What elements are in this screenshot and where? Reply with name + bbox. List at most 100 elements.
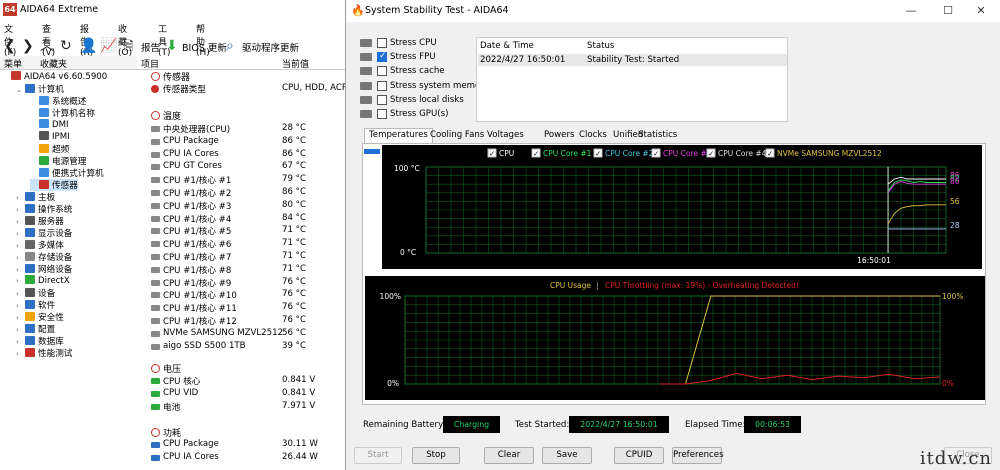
expand-icon[interactable]: › (16, 206, 25, 214)
sidebar-item[interactable]: AIDA64 v6.60.5900 (2, 71, 107, 83)
back-icon[interactable]: ❮ (4, 38, 16, 54)
list-item[interactable]: aigo SSD S500 1TB 39 °C (137, 341, 345, 354)
sidebar-item[interactable]: ⌄ 计算机 (16, 83, 64, 95)
tab-statistics[interactable]: Statistics (638, 130, 677, 140)
list-item[interactable]: CPU #1/核心 #6 71 °C (137, 238, 345, 251)
stress-checkbox[interactable] (377, 66, 387, 77)
sidebar-item[interactable]: DMI (30, 119, 69, 131)
list-item[interactable]: CPU IA Cores 86 °C (137, 149, 345, 162)
chart-icon[interactable]: 📈 (100, 38, 117, 54)
sidebar-item[interactable]: › 软件 (16, 299, 55, 311)
list-item[interactable]: CPU Package 30.11 W (137, 439, 345, 452)
tab-temperatures[interactable]: Temperatures (364, 128, 433, 143)
up-icon[interactable]: ︿ (40, 38, 54, 54)
list-item[interactable]: CPU #1/核心 #5 71 °C (137, 225, 345, 238)
sidebar-item[interactable]: › 多媒体 (16, 239, 64, 251)
list-item[interactable]: CPU #1/核心 #11 76 °C (137, 302, 345, 315)
list-item[interactable]: 传感器类型 CPU, HDD, ACPI, (137, 83, 352, 96)
sidebar-item[interactable]: 传感器 (30, 179, 78, 191)
graph-scroll-thumb[interactable] (364, 149, 380, 154)
expand-icon[interactable]: › (16, 242, 25, 250)
bios-update-button[interactable]: BIOS 更新 (182, 40, 227, 54)
forward-icon[interactable]: ❯ (22, 38, 34, 54)
sidebar-item[interactable]: 便携式计算机 (30, 167, 104, 179)
sidebar-item[interactable]: › 设备 (16, 287, 55, 299)
list-item[interactable]: CPU VID 0.841 V (137, 388, 345, 401)
list-item[interactable]: CPU #1/核心 #7 71 °C (137, 251, 345, 264)
download-icon[interactable]: ⬇ (166, 38, 178, 54)
sidebar-item[interactable]: 电源管理 (30, 155, 86, 167)
stress-checkbox[interactable] (377, 38, 387, 48)
tab-voltages[interactable]: Voltages (487, 130, 524, 140)
user-icon[interactable]: 👤 (80, 38, 97, 54)
expand-icon[interactable]: › (16, 266, 25, 274)
expand-icon[interactable]: ⌄ (16, 86, 25, 94)
sidebar-item[interactable]: 计算机名称 (30, 107, 95, 119)
list-item[interactable]: CPU #1/核心 #4 84 °C (137, 213, 345, 226)
sidebar-item[interactable]: 超频 (30, 143, 69, 155)
save-button[interactable]: Save (542, 447, 592, 464)
list-item[interactable]: CPU Package 86 °C (137, 136, 345, 149)
report-button[interactable]: 报告 (141, 40, 160, 54)
tab-powers[interactable]: Powers (544, 130, 574, 140)
driver-update-button[interactable]: 驱动程序更新 (242, 40, 299, 54)
clear-button[interactable]: Clear (484, 447, 534, 464)
list-item[interactable]: CPU #1/核心 #1 79 °C (137, 174, 345, 187)
list-item[interactable]: CPU #1/核心 #9 76 °C (137, 277, 345, 290)
search-icon[interactable]: ⌕ (226, 38, 234, 54)
expand-icon[interactable]: › (16, 326, 25, 334)
sidebar-item[interactable]: › 主板 (16, 191, 55, 203)
sidebar-item[interactable]: › DirectX (16, 275, 70, 287)
close-icon[interactable]: ✕ (966, 3, 996, 19)
expand-icon[interactable]: › (16, 302, 25, 310)
tab-menu[interactable]: 菜单 (4, 57, 22, 70)
list-item[interactable]: CPU #1/核心 #8 71 °C (137, 264, 345, 277)
sidebar-item[interactable]: › 性能测试 (16, 347, 72, 359)
stress-checkbox[interactable] (377, 80, 387, 91)
column-item[interactable]: 项目 (141, 57, 159, 70)
start-button[interactable]: Start (354, 447, 402, 464)
list-item[interactable]: 中央处理器(CPU) 28 °C (137, 123, 345, 136)
sidebar-item[interactable]: › 网络设备 (16, 263, 72, 275)
expand-icon[interactable]: › (16, 290, 25, 298)
expand-icon[interactable]: › (16, 194, 25, 202)
sidebar-item[interactable]: › 配置 (16, 323, 55, 335)
stress-checkbox[interactable] (377, 51, 387, 63)
expand-icon[interactable]: › (16, 254, 25, 262)
list-item[interactable]: NVMe SAMSUNG MZVL2512 56 °C (137, 328, 345, 341)
stop-button[interactable]: Stop (412, 447, 460, 464)
tab-favorites[interactable]: 收藏夹 (40, 57, 67, 70)
list-item[interactable]: CPU IA Cores 26.44 W (137, 452, 345, 465)
list-item[interactable]: CPU #1/核心 #3 80 °C (137, 200, 345, 213)
list-item[interactable]: CPU 核心 0.841 V (137, 375, 345, 388)
list-item[interactable]: CPU GT Cores 67 °C (137, 161, 345, 174)
list-item[interactable]: CPU #1/核心 #2 86 °C (137, 187, 345, 200)
sidebar-item[interactable]: 系统概述 (30, 95, 86, 107)
tab-cooling-fans[interactable]: Cooling Fans (430, 130, 484, 140)
stress-checkbox[interactable] (377, 94, 387, 105)
sidebar-item[interactable]: › 安全性 (16, 311, 64, 323)
expand-icon[interactable]: › (16, 338, 25, 346)
refresh-icon[interactable]: ↻ (60, 38, 72, 54)
stress-checkbox[interactable] (377, 109, 387, 119)
expand-icon[interactable]: › (16, 277, 25, 285)
report-icon[interactable]: 🗎 (124, 38, 134, 54)
expand-icon[interactable]: › (16, 314, 25, 322)
column-value[interactable]: 当前值 (282, 57, 309, 70)
maximize-icon[interactable]: ☐ (933, 3, 963, 19)
sidebar-item[interactable]: › 存储设备 (16, 251, 72, 263)
expand-icon[interactable]: › (16, 230, 25, 238)
preferences-button[interactable]: Preferences (672, 447, 724, 464)
minimize-icon[interactable]: — (896, 3, 926, 19)
sidebar-item[interactable]: › 显示设备 (16, 227, 72, 239)
expand-icon[interactable]: › (16, 218, 25, 226)
cpuid-button[interactable]: CPUID (614, 447, 664, 464)
table-row[interactable]: 2022/4/27 16:50:01 Stability Test: Start… (478, 54, 787, 66)
list-item[interactable]: CPU #1/核心 #10 76 °C (137, 289, 345, 302)
sidebar-item[interactable]: › 操作系统 (16, 203, 72, 215)
list-item[interactable]: 电池 7.971 V (137, 401, 345, 414)
sidebar-item[interactable]: IPMI (30, 131, 70, 143)
sidebar-item[interactable]: › 服务器 (16, 215, 64, 227)
sidebar-item[interactable]: › 数据库 (16, 335, 64, 347)
tab-clocks[interactable]: Clocks (579, 130, 607, 140)
